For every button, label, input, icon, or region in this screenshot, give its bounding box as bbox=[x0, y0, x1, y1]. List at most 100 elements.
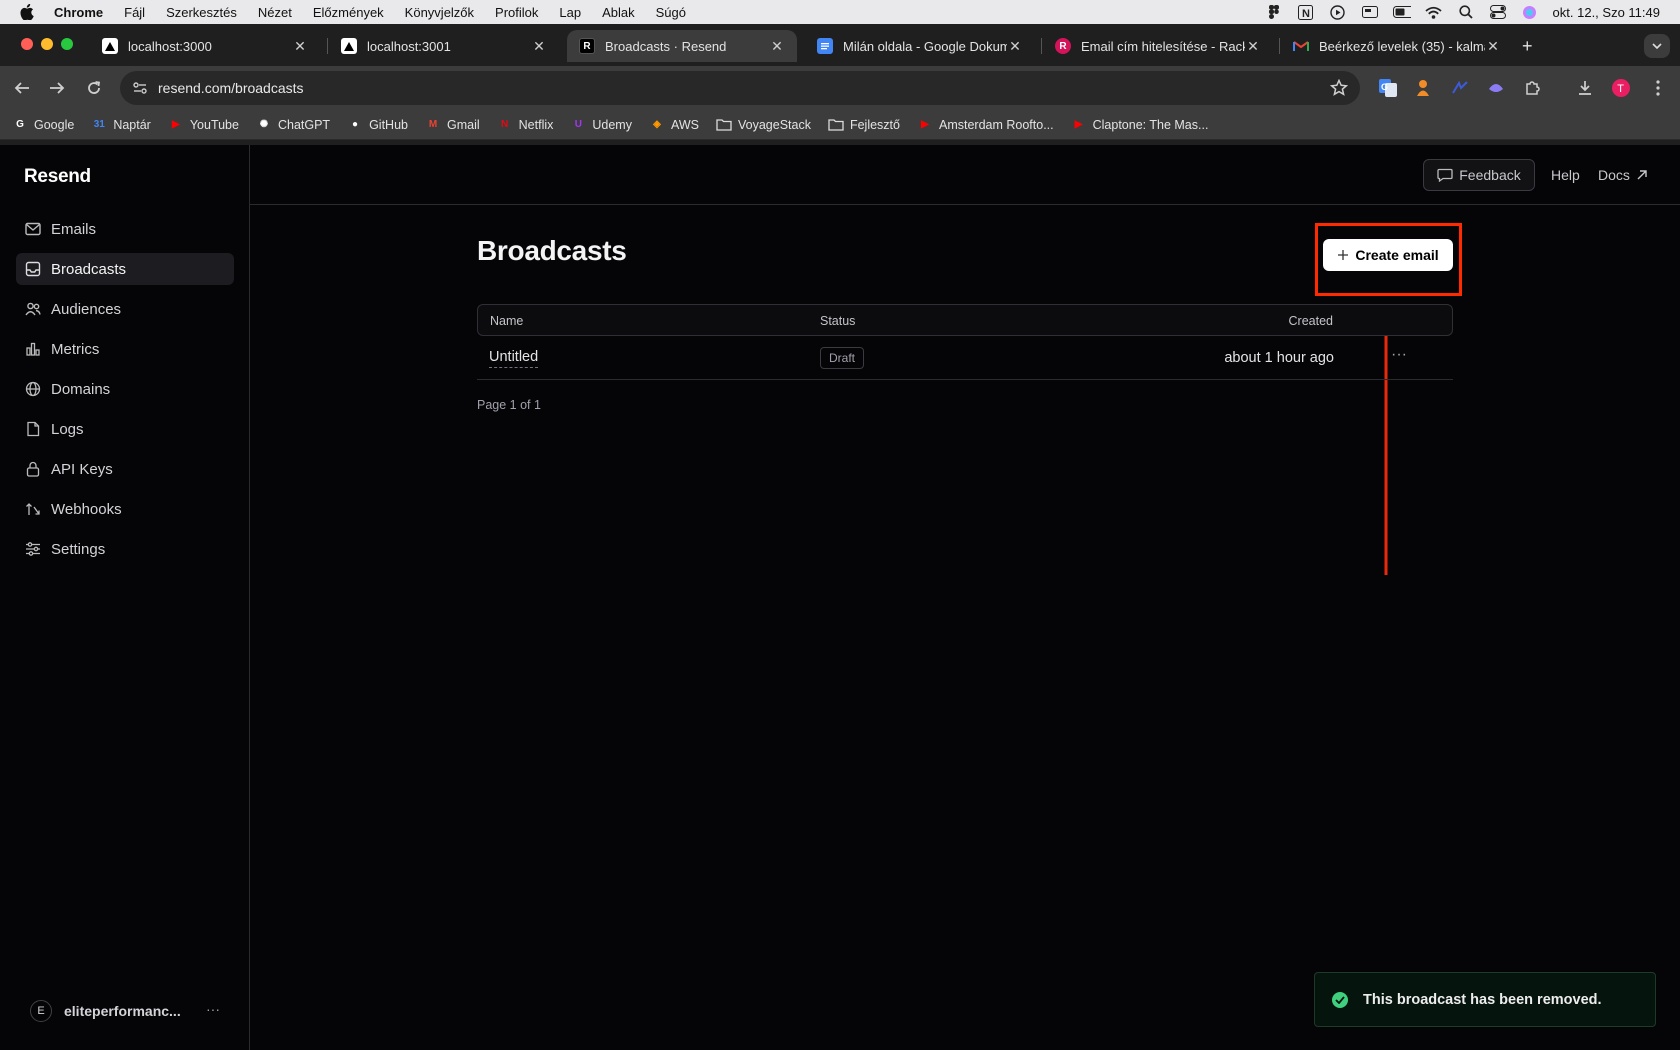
menu-tab[interactable]: Lap bbox=[559, 5, 581, 20]
sidebar-item-logs[interactable]: Logs bbox=[16, 413, 234, 445]
menu-profiles[interactable]: Profilok bbox=[495, 5, 538, 20]
feedback-button[interactable]: Feedback bbox=[1423, 159, 1535, 191]
created-time: about 1 hour ago bbox=[1224, 350, 1334, 366]
menu-edit[interactable]: Szerkesztés bbox=[166, 5, 237, 20]
apple-icon[interactable] bbox=[18, 3, 36, 21]
gmail-icon: M bbox=[428, 119, 438, 130]
wifi-icon[interactable] bbox=[1425, 5, 1443, 19]
close-tab-icon[interactable]: ✕ bbox=[1007, 38, 1023, 55]
resend-app: Resend Emails Broadcasts Audiences Metri… bbox=[0, 145, 1680, 1050]
sidebar-item-domains[interactable]: Domains bbox=[16, 373, 234, 405]
resend-icon: R bbox=[579, 38, 595, 54]
bookmark-google[interactable]: G Google bbox=[12, 117, 74, 133]
row-actions-more-icon[interactable]: ··· bbox=[1391, 346, 1407, 364]
bookmark-udemy[interactable]: U Udemy bbox=[570, 117, 632, 133]
chatgpt-icon: ✺ bbox=[259, 119, 269, 130]
help-link[interactable]: Help bbox=[1551, 167, 1580, 183]
sidebar-item-settings[interactable]: Settings bbox=[16, 533, 234, 565]
sidebar-item-emails[interactable]: Emails bbox=[16, 213, 234, 245]
bookmark-naptár[interactable]: 31 Naptár bbox=[91, 117, 151, 133]
extensions-puzzle-icon[interactable] bbox=[1522, 78, 1542, 98]
sidebar-item-api-keys[interactable]: API Keys bbox=[16, 453, 234, 485]
tab-broadcasts-resend[interactable]: R Broadcasts · Resend ✕ bbox=[567, 30, 797, 62]
sidebar-item-audiences[interactable]: Audiences bbox=[16, 293, 234, 325]
bookmark-label: Naptár bbox=[113, 117, 151, 132]
broadcast-name-link[interactable]: Untitled bbox=[489, 349, 539, 368]
sidebar-item-broadcasts[interactable]: Broadcasts bbox=[16, 253, 234, 285]
bookmark-label: Gmail bbox=[446, 117, 480, 132]
success-toast: This broadcast has been removed. bbox=[1314, 972, 1656, 1027]
sidebar-item-webhooks[interactable]: Webhooks bbox=[16, 493, 234, 525]
bookmark-voyagestack[interactable]: VoyageStack bbox=[716, 117, 811, 133]
zoom-window-button[interactable] bbox=[61, 38, 73, 50]
menu-view[interactable]: Nézet bbox=[258, 5, 292, 20]
battery-icon[interactable] bbox=[1392, 5, 1411, 19]
menu-help[interactable]: Súgó bbox=[656, 5, 686, 20]
account-more-icon[interactable]: ··· bbox=[206, 1001, 220, 1017]
play-circle-icon[interactable] bbox=[1329, 4, 1347, 20]
sidebar-item-metrics[interactable]: Metrics bbox=[16, 333, 234, 365]
extension-orange-icon[interactable] bbox=[1413, 78, 1433, 98]
control-center-icon[interactable] bbox=[1489, 5, 1507, 19]
menu-history[interactable]: Előzmények bbox=[313, 5, 384, 20]
bookmark-netflix[interactable]: N Netflix bbox=[497, 117, 553, 133]
youtube-icon: ▶ bbox=[1074, 119, 1083, 130]
tab-google-docs[interactable]: Milán oldala - Google Dokumentumok ✕ bbox=[805, 30, 1035, 62]
sliders-icon bbox=[25, 541, 41, 557]
bookmark-aws[interactable]: ◈ AWS bbox=[649, 117, 699, 133]
reload-icon[interactable] bbox=[84, 78, 104, 98]
minimize-window-button[interactable] bbox=[41, 38, 53, 50]
menu-app-name[interactable]: Chrome bbox=[54, 5, 103, 20]
bookmark-gmail[interactable]: M Gmail bbox=[425, 117, 480, 133]
close-window-button[interactable] bbox=[21, 38, 33, 50]
menu-bookmarks[interactable]: Könyvjelzők bbox=[405, 5, 474, 20]
chrome-menu-icon[interactable] bbox=[1648, 78, 1668, 98]
siri-icon[interactable] bbox=[1521, 5, 1539, 19]
new-tab-button[interactable]: + bbox=[1522, 36, 1533, 57]
table-header: Name Status Created bbox=[477, 304, 1453, 336]
notion-icon[interactable]: N bbox=[1297, 4, 1315, 20]
bookmark-youtube[interactable]: ▶ YouTube bbox=[168, 117, 239, 133]
bookmark-fejlesztő[interactable]: Fejlesztő bbox=[828, 117, 900, 133]
menubar-clock[interactable]: okt. 12., Szo 11:49 bbox=[1553, 5, 1660, 20]
close-tab-icon[interactable]: ✕ bbox=[769, 38, 785, 55]
extension-purple-icon[interactable] bbox=[1486, 78, 1506, 98]
google-translate-icon[interactable]: G bbox=[1378, 78, 1398, 98]
spotlight-search-icon[interactable] bbox=[1457, 5, 1475, 19]
menu-file[interactable]: Fájl bbox=[124, 5, 145, 20]
tab-rackhost[interactable]: R Email cím hitelesítése - Rackhost ✕ bbox=[1043, 30, 1273, 62]
close-tab-icon[interactable]: ✕ bbox=[1245, 38, 1261, 55]
tab-gmail[interactable]: Beérkező levelek (35) - kalma ✕ bbox=[1281, 30, 1513, 62]
bookmark-claptone-the-mas[interactable]: ▶ Claptone: The Mas... bbox=[1071, 117, 1209, 133]
forward-arrow-icon[interactable] bbox=[47, 78, 67, 98]
tab-localhost-3000[interactable]: localhost:3000 ✕ bbox=[90, 30, 320, 62]
bookmark-amsterdam-roofto[interactable]: ▶ Amsterdam Roofto... bbox=[917, 117, 1053, 133]
extension-blue-icon[interactable] bbox=[1450, 78, 1470, 98]
column-header-status: Status bbox=[820, 314, 856, 328]
address-bar[interactable]: resend.com/broadcasts bbox=[120, 71, 1360, 105]
avatar: E bbox=[30, 1000, 52, 1022]
close-tab-icon[interactable]: ✕ bbox=[531, 38, 547, 55]
bookmark-star-icon[interactable] bbox=[1329, 78, 1349, 102]
menu-window[interactable]: Ablak bbox=[602, 5, 635, 20]
tab-localhost-3001[interactable]: localhost:3001 ✕ bbox=[329, 30, 559, 62]
bookmark-github[interactable]: ● GitHub bbox=[347, 117, 408, 133]
column-header-name: Name bbox=[490, 314, 524, 328]
download-icon[interactable] bbox=[1575, 78, 1595, 98]
annotation-highlight-box bbox=[1315, 223, 1462, 296]
profile-avatar-icon[interactable]: T bbox=[1611, 78, 1631, 98]
account-switcher[interactable]: E eliteperformanc... ··· bbox=[30, 997, 220, 1025]
vercel-triangle-icon bbox=[341, 38, 357, 54]
tab-search-button[interactable] bbox=[1644, 34, 1670, 58]
table-row[interactable]: Untitled Draft about 1 hour ago ··· bbox=[477, 336, 1453, 380]
docs-link[interactable]: Docs bbox=[1598, 167, 1648, 183]
resend-logo[interactable]: Resend bbox=[24, 166, 91, 188]
bookmark-chatgpt[interactable]: ✺ ChatGPT bbox=[256, 117, 330, 133]
svg-text:N: N bbox=[1302, 8, 1310, 20]
figma-icon[interactable] bbox=[1265, 5, 1283, 19]
screen-icon[interactable] bbox=[1361, 5, 1379, 19]
close-tab-icon[interactable]: ✕ bbox=[1485, 38, 1501, 55]
close-tab-icon[interactable]: ✕ bbox=[292, 38, 308, 55]
site-info-icon[interactable] bbox=[130, 78, 150, 98]
back-arrow-icon[interactable] bbox=[12, 78, 32, 98]
